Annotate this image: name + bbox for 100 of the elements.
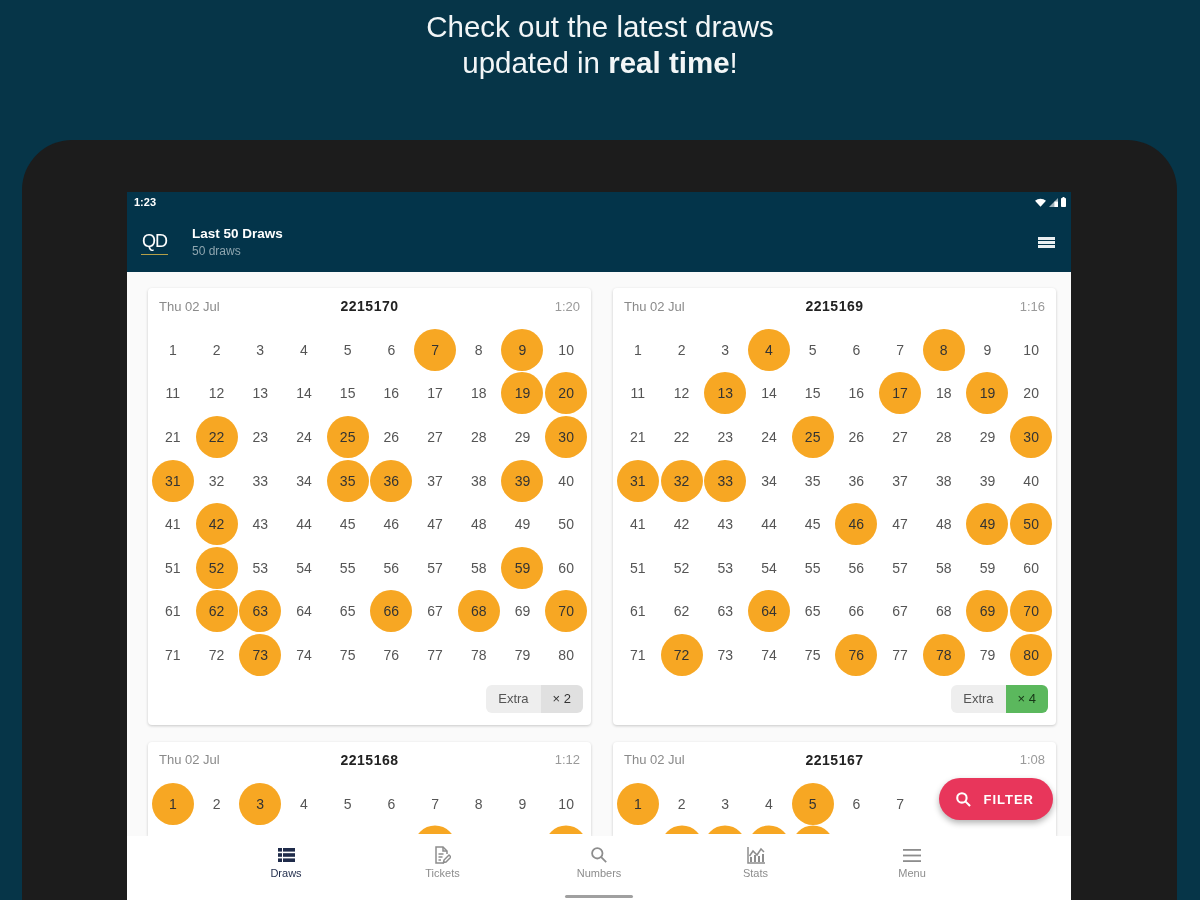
number: 64 [296, 603, 312, 620]
number: 43 [717, 516, 734, 533]
drawn-number: 76 [835, 633, 878, 676]
number: 4 [765, 795, 773, 812]
number: 7 [896, 795, 904, 812]
drawn-number: 17 [879, 372, 922, 415]
number: 50 [558, 516, 574, 533]
filter-button[interactable]: FILTER [939, 778, 1053, 820]
search-icon [591, 847, 607, 863]
draw-card[interactable] [148, 288, 591, 725]
number: 10 [1023, 341, 1039, 358]
number: 54 [761, 559, 777, 576]
number: 14 [761, 385, 777, 402]
list-icon [277, 848, 295, 862]
number: 69 [514, 603, 531, 620]
multiplier-value: × 2 [540, 684, 583, 713]
number: 60 [558, 559, 574, 576]
number: 75 [804, 646, 821, 663]
number: 72 [208, 646, 225, 663]
number: 6 [387, 341, 396, 358]
number: 13 [252, 385, 269, 402]
number: 15 [339, 385, 356, 402]
number: 75 [339, 646, 356, 663]
number: 3 [721, 341, 730, 358]
number: 16 [383, 385, 400, 402]
number: 24 [296, 429, 312, 445]
nav-tab[interactable]: Numbers [520, 846, 678, 882]
headline: Check out the latest draws updated in real time! [426, 9, 774, 81]
number: 59 [979, 559, 996, 576]
draw-date: Thu 02 Jul [624, 298, 685, 314]
number: 8 [474, 795, 483, 812]
drawn-number: 70 [1010, 590, 1053, 633]
drawn-number: 9 [501, 328, 544, 371]
drawn-number: 68 [457, 590, 500, 633]
nav-tab[interactable]: Draws [207, 846, 365, 882]
number: 8 [474, 341, 483, 358]
wifi-icon [1035, 197, 1046, 207]
number: 61 [165, 603, 181, 620]
number: 73 [717, 646, 734, 663]
search-icon [956, 791, 972, 807]
number: 39 [979, 472, 996, 489]
number: 11 [165, 385, 181, 402]
number: 28 [935, 429, 952, 445]
number: 71 [630, 646, 646, 663]
drawn-number: 63 [239, 590, 282, 633]
number: 41 [630, 516, 646, 533]
number: 11 [630, 385, 646, 402]
number: 62 [673, 603, 690, 620]
number: 52 [673, 559, 690, 576]
number: 44 [296, 516, 312, 533]
nav-tab[interactable]: Tickets [364, 846, 521, 882]
draw-date: Thu 02 Jul [624, 752, 685, 768]
drawn-number: 7 [414, 328, 457, 371]
draw-number: 2215169 [805, 298, 864, 314]
number: 45 [339, 516, 356, 533]
nav-tab[interactable]: Stats [677, 846, 834, 882]
number: 66 [848, 603, 865, 620]
number: 4 [300, 795, 308, 812]
stacked-bars-icon[interactable] [1038, 236, 1055, 248]
number: 76 [383, 646, 400, 663]
drawn-number: 22 [195, 416, 238, 458]
number: 27 [892, 429, 908, 445]
extra-label: Extra [951, 684, 1006, 713]
draw-card[interactable]: Thu 02 Jul 2215168 1:12 1 2 3 4 5 6 7 8 9 10 [148, 741, 591, 836]
number: 18 [935, 385, 952, 402]
number: 18 [470, 385, 487, 402]
number: 63 [717, 603, 734, 620]
number: 22 [673, 429, 690, 445]
number: 10 [558, 341, 574, 358]
drawn-number: 64 [747, 590, 790, 633]
signal-icon [1049, 197, 1058, 207]
nav-tab[interactable]: Menu [833, 846, 991, 882]
number: 34 [761, 472, 777, 489]
number: 41 [165, 516, 181, 533]
battery-icon [1061, 197, 1066, 207]
number: 55 [804, 559, 821, 576]
gesture-handle[interactable] [565, 895, 633, 898]
drawn-number: 8 [922, 328, 965, 371]
drawn-number: 31 [151, 459, 194, 502]
number: 37 [427, 472, 443, 489]
drawn-number: 52 [195, 546, 238, 589]
multiplier-value: × 4 [1005, 684, 1048, 713]
drawn-number: 36 [370, 459, 413, 502]
draw-card[interactable] [613, 288, 1056, 725]
number: 5 [343, 341, 352, 358]
drawn-number: 31 [616, 459, 659, 502]
drawn-number: 1 [616, 782, 659, 825]
number: 21 [165, 429, 181, 445]
number: 5 [808, 341, 817, 358]
number: 47 [427, 516, 443, 533]
number: 29 [979, 429, 996, 445]
drawn-number: 35 [326, 459, 369, 502]
number: 54 [296, 559, 312, 576]
draw-time: 1:16 [1019, 298, 1045, 314]
drawn-number: 70 [545, 590, 588, 633]
drawn-number: 50 [1010, 503, 1053, 546]
number: 57 [427, 559, 443, 576]
number: 77 [892, 646, 908, 663]
number: 44 [761, 516, 777, 533]
number: 56 [848, 559, 865, 576]
